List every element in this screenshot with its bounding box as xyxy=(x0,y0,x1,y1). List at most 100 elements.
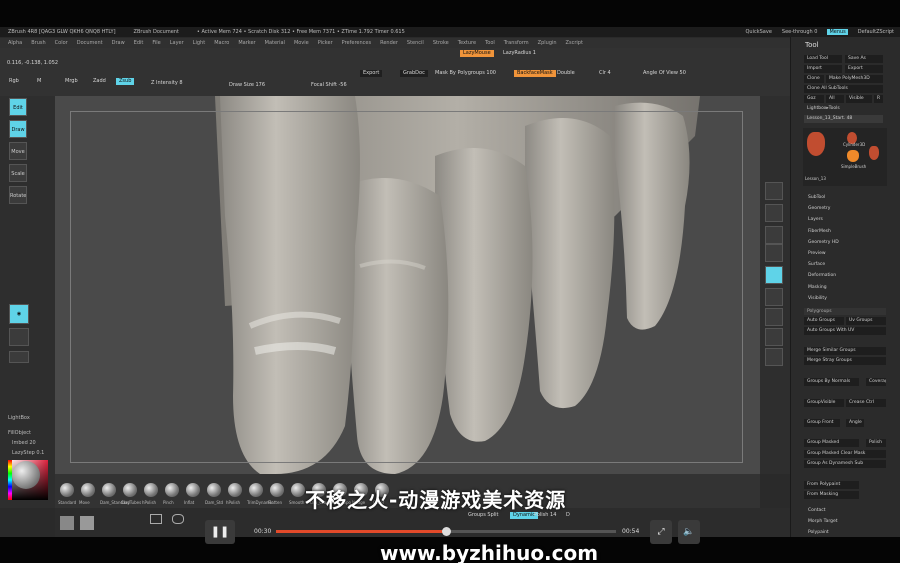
make-polymesh3d-button[interactable]: Make PolyMesh3D xyxy=(826,75,883,83)
menu-movie[interactable]: Movie xyxy=(294,40,309,46)
tool-thumb-lesson[interactable] xyxy=(807,132,825,156)
frame-button[interactable] xyxy=(765,308,783,326)
export-button[interactable]: Export xyxy=(360,70,383,77)
brush-move[interactable] xyxy=(81,483,95,497)
rgb-toggle[interactable]: Rgb xyxy=(6,78,22,85)
tool-thumb-simplebrush[interactable] xyxy=(847,150,859,162)
persp-button[interactable] xyxy=(765,244,783,262)
save-as-button[interactable]: Save As xyxy=(845,55,883,63)
lightbox-tools-button[interactable]: Lightbox▸Tools xyxy=(804,105,883,113)
pg-button-groupvisible[interactable]: GroupVisible xyxy=(804,399,844,407)
menu-preferences[interactable]: Preferences xyxy=(342,40,371,46)
pg-button-groups-by-normals[interactable]: Groups By Normals xyxy=(804,378,859,386)
default-zscript-button[interactable]: DefaultZScript xyxy=(858,29,894,35)
brush-flatten[interactable] xyxy=(270,483,284,497)
dynamic-button[interactable] xyxy=(765,226,783,244)
draw-mode-button[interactable]: Draw xyxy=(9,120,27,138)
clr-slider[interactable]: Clr 4 xyxy=(596,70,614,77)
mrgb-toggle[interactable]: Mrgb xyxy=(62,78,81,85)
pg-button-auto-groups[interactable]: Auto Groups xyxy=(804,317,844,325)
m-toggle[interactable]: M xyxy=(34,78,44,85)
clone-button[interactable]: Clone xyxy=(804,75,824,83)
selectlasso-icon[interactable] xyxy=(172,514,184,524)
menu-document[interactable]: Document xyxy=(77,40,103,46)
local-button[interactable] xyxy=(765,288,783,306)
zadd-toggle[interactable]: Zadd xyxy=(90,78,109,85)
pg-button-group-front[interactable]: Group Front xyxy=(804,419,840,427)
menu-file[interactable]: File xyxy=(152,40,160,46)
brush-preview-button[interactable]: ◉ xyxy=(9,304,29,324)
section-subtool[interactable]: SubTool xyxy=(808,195,825,200)
fullscreen-button[interactable]: ⤢ xyxy=(650,520,672,544)
menu-tool[interactable]: Tool xyxy=(485,40,495,46)
stroke-preview-button[interactable] xyxy=(9,328,29,346)
section-masking[interactable]: Masking xyxy=(808,285,827,290)
visible-button[interactable]: Visible xyxy=(846,95,872,103)
pg-button-polish[interactable]: Polish xyxy=(866,439,886,447)
progress-knob[interactable] xyxy=(442,527,451,536)
brush-smooth[interactable] xyxy=(291,483,305,497)
pg-button-coverage[interactable]: Coverage xyxy=(866,378,886,386)
brush-inflat[interactable] xyxy=(186,483,200,497)
pg-button-auto-groups-with-uv[interactable]: Auto Groups With UV xyxy=(804,327,886,335)
polygroups-header[interactable]: Polygroups xyxy=(804,308,886,315)
menu-brush[interactable]: Brush xyxy=(31,40,45,46)
grabdoc-button[interactable]: GrabDoc xyxy=(400,70,428,77)
alpha-preview-button[interactable] xyxy=(9,351,29,363)
pg-button-group-as-dynamesh-sub[interactable]: Group As Dynamesh Sub xyxy=(804,460,886,468)
imbed-slider[interactable]: Imbed 20 xyxy=(12,440,36,446)
section-surface[interactable]: Surface xyxy=(808,262,825,267)
menu-stroke[interactable]: Stroke xyxy=(433,40,449,46)
current-tool-slider[interactable]: Lesson_13_Start. 48 xyxy=(804,115,883,123)
section-layers[interactable]: Layers xyxy=(808,217,823,222)
load-tool-button[interactable]: Load Tool xyxy=(804,55,842,63)
lazystep-slider[interactable]: LazyStep 0.1 xyxy=(12,450,44,456)
menu-render[interactable]: Render xyxy=(380,40,398,46)
z-intensity-slider[interactable]: Z Intensity 8 xyxy=(148,80,186,87)
menu-texture[interactable]: Texture xyxy=(458,40,476,46)
r-button[interactable]: R xyxy=(874,95,883,103)
see-through-slider[interactable]: See-through 0 xyxy=(782,29,818,35)
pause-button[interactable]: ❚❚ xyxy=(205,520,235,544)
selectrect-icon[interactable] xyxy=(150,514,162,524)
menu-marker[interactable]: Marker xyxy=(238,40,255,46)
brush-dam-std[interactable] xyxy=(207,483,221,497)
polymesh-thumb[interactable] xyxy=(60,516,74,530)
focal-shift-slider[interactable]: Focal Shift -56 xyxy=(308,82,350,89)
menu-layer[interactable]: Layer xyxy=(170,40,184,46)
polish-slider[interactable]: Polish 14 xyxy=(531,512,559,519)
menu-draw[interactable]: Draw xyxy=(112,40,125,46)
section-visibility[interactable]: Visibility xyxy=(808,296,827,301)
export-tool-button[interactable]: Export xyxy=(845,65,883,73)
menu-edit[interactable]: Edit xyxy=(134,40,144,46)
section-contact[interactable]: Contact xyxy=(808,508,826,513)
menu-material[interactable]: Material xyxy=(265,40,285,46)
import-button[interactable]: Import xyxy=(804,65,842,73)
brush-hpolish[interactable] xyxy=(228,483,242,497)
clone-all-subtools-button[interactable]: Clone All SubTools xyxy=(804,85,883,93)
pg-button-merge-stray-groups[interactable]: Merge Stray Groups xyxy=(804,357,886,365)
section-geometry-hd[interactable]: Geometry HD xyxy=(808,240,839,245)
pg-button-group-masked-clear-mask[interactable]: Group Masked Clear Mask xyxy=(804,450,886,458)
backface-mask-toggle[interactable]: BackfaceMask xyxy=(514,70,556,77)
section-deformation[interactable]: Deformation xyxy=(808,273,836,278)
pg-button-crease-ctrl[interactable]: Crease Ctrl xyxy=(846,399,886,407)
scale-view-button[interactable] xyxy=(765,348,783,366)
brush-hpolish[interactable] xyxy=(144,483,158,497)
menu-macro[interactable]: Macro xyxy=(214,40,229,46)
material-sphere[interactable] xyxy=(12,461,40,489)
floor-button[interactable] xyxy=(765,266,783,284)
pg-button-angle[interactable]: Angle xyxy=(846,419,864,427)
section-polypaint[interactable]: Polypaint xyxy=(808,530,829,535)
scale-mode-button[interactable]: Scale xyxy=(9,164,27,182)
d-button[interactable]: D xyxy=(563,512,573,519)
menu-picker[interactable]: Picker xyxy=(318,40,333,46)
brush-dam-standard[interactable] xyxy=(102,483,116,497)
zsub-toggle[interactable]: Zsub xyxy=(116,78,135,85)
menus-button[interactable]: Menus xyxy=(827,29,848,35)
tool-thumb-extra[interactable] xyxy=(869,146,879,160)
pg-button-from-polypaint[interactable]: From Polypaint xyxy=(804,481,859,489)
mask-by-polygroups-slider[interactable]: Mask By Polygroups 100 xyxy=(432,70,499,77)
fillobject-button[interactable]: FillObject xyxy=(8,430,31,436)
aahalf-button[interactable] xyxy=(765,204,783,222)
